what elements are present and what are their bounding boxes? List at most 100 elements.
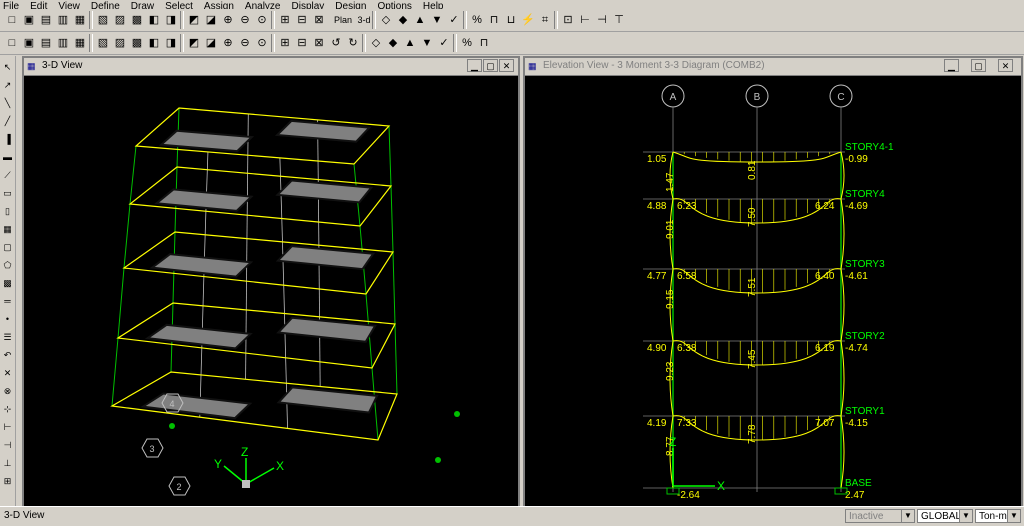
- minimize-button[interactable]: ▁: [467, 59, 482, 72]
- frame-draw-icon[interactable]: ◩: [186, 35, 202, 51]
- 3d-view-button[interactable]: 3-d: [356, 12, 372, 28]
- column-icon[interactable]: ◆: [385, 35, 401, 51]
- display-icon[interactable]: ⊙: [254, 35, 270, 51]
- slab-icon[interactable]: %: [459, 35, 475, 51]
- section-icon[interactable]: ⌗: [537, 12, 553, 28]
- wall-tool-icon[interactable]: ▯: [1, 204, 14, 218]
- perspective-icon[interactable]: ▲: [412, 12, 428, 28]
- joint-icon[interactable]: ◨: [163, 35, 179, 51]
- menu-view[interactable]: View: [55, 2, 88, 10]
- pointer-icon[interactable]: ◩: [186, 12, 202, 28]
- menu-draw[interactable]: Draw: [128, 2, 162, 10]
- frame-icon[interactable]: ⚡: [520, 12, 536, 28]
- line-tool-icon[interactable]: ╲: [1, 96, 14, 110]
- pointer-tool-icon[interactable]: ↖: [1, 60, 14, 74]
- point-tool-icon[interactable]: •: [1, 312, 14, 326]
- c-icon[interactable]: ↺: [328, 35, 344, 51]
- menu-define[interactable]: Define: [88, 2, 128, 10]
- shear-icon[interactable]: ⊢: [577, 12, 593, 28]
- up-arrow-icon[interactable]: ▼: [429, 12, 445, 28]
- elevation-view-window[interactable]: ▦ Elevation View - 3 Moment 3-3 Diagram …: [523, 56, 1023, 508]
- snap-grid-icon[interactable]: ⊞: [1, 474, 14, 488]
- menu-edit[interactable]: Edit: [27, 2, 55, 10]
- minimize-button[interactable]: ▁: [944, 59, 959, 72]
- rect-area-icon[interactable]: ▢: [1, 240, 14, 254]
- 3d-view-titlebar[interactable]: ▦ 3-D View ▁ ▢ ✕: [24, 58, 518, 76]
- pencil-icon[interactable]: ▩: [129, 12, 145, 28]
- check-icon[interactable]: ⊓: [486, 12, 502, 28]
- section-view-icon[interactable]: ▨: [112, 35, 128, 51]
- column-tool-icon[interactable]: ▐: [1, 132, 14, 146]
- run-icon[interactable]: ◨: [163, 12, 179, 28]
- polyline-tool-icon[interactable]: ╱: [1, 114, 14, 128]
- close-button[interactable]: ✕: [499, 59, 514, 72]
- move-icon[interactable]: ▣: [21, 35, 37, 51]
- menu-select[interactable]: Select: [162, 2, 201, 10]
- wall-icon[interactable]: ✓: [436, 35, 452, 51]
- design-check-icon[interactable]: ⊤: [611, 12, 627, 28]
- 3d-model-canvas[interactable]: 4 3 2 Z X Y: [24, 76, 518, 506]
- link-icon[interactable]: ⊖: [237, 35, 253, 51]
- line-area-icon[interactable]: ═: [1, 294, 14, 308]
- box-icon[interactable]: ⊟: [294, 35, 310, 51]
- grid-area-icon[interactable]: ▩: [1, 276, 14, 290]
- menu-file[interactable]: File: [0, 2, 27, 10]
- close-button[interactable]: ✕: [998, 59, 1013, 72]
- elevation-icon[interactable]: ◇: [378, 12, 394, 28]
- load-icon[interactable]: ◧: [146, 35, 162, 51]
- reshape-icon[interactable]: ▦: [72, 35, 88, 51]
- menu-analyze[interactable]: Analyze: [242, 2, 289, 10]
- redo-icon[interactable]: ▨: [112, 12, 128, 28]
- steel-icon[interactable]: ⊡: [560, 12, 576, 28]
- text-icon[interactable]: ▧: [95, 35, 111, 51]
- reshape-tool-icon[interactable]: ↗: [1, 78, 14, 92]
- inactive-dropdown[interactable]: Inactive ▼: [845, 509, 915, 523]
- show-icon[interactable]: ⊓: [476, 35, 492, 51]
- elevation-view-titlebar[interactable]: ▦ Elevation View - 3 Moment 3-3 Diagram …: [525, 58, 1021, 76]
- area-draw-icon[interactable]: ◪: [203, 35, 219, 51]
- plan-view-button[interactable]: Plan: [333, 12, 353, 28]
- open-icon[interactable]: ▣: [21, 12, 37, 28]
- poly-area-icon[interactable]: ⬠: [1, 258, 14, 272]
- snap-mid-icon[interactable]: ⊣: [1, 438, 14, 452]
- clear-select-icon[interactable]: ✕: [1, 366, 14, 380]
- down-arrow-icon[interactable]: ✓: [446, 12, 462, 28]
- print-setup-icon[interactable]: ▦: [72, 12, 88, 28]
- zoom-in-icon[interactable]: ⊖: [237, 12, 253, 28]
- restraint-icon[interactable]: ⊕: [220, 35, 236, 51]
- select-icon[interactable]: %: [469, 12, 485, 28]
- snap-end-icon[interactable]: ⊢: [1, 420, 14, 434]
- menu-design[interactable]: Design: [332, 2, 374, 10]
- new-icon[interactable]: □: [4, 12, 20, 28]
- brace-tool-icon[interactable]: ⟋: [1, 168, 14, 182]
- print-icon[interactable]: ▥: [55, 12, 71, 28]
- zoom-prev-icon[interactable]: ⊟: [294, 12, 310, 28]
- intersect-icon[interactable]: ⊗: [1, 384, 14, 398]
- snap-perp-icon[interactable]: ⊥: [1, 456, 14, 470]
- undo-icon[interactable]: ▧: [95, 12, 111, 28]
- save-icon[interactable]: ▤: [38, 12, 54, 28]
- menu-options[interactable]: Options: [374, 2, 419, 10]
- 3d-view-window[interactable]: ▦ 3-D View ▁ ▢ ✕ 4 3 2 Z X Y: [22, 56, 520, 508]
- solid-icon[interactable]: ◇: [368, 35, 384, 51]
- material-icon[interactable]: ▩: [129, 35, 145, 51]
- beam-tool-icon[interactable]: ▬: [1, 150, 14, 164]
- percent-icon[interactable]: ⊔: [503, 12, 519, 28]
- floor-tool-icon[interactable]: ▭: [1, 186, 14, 200]
- zoom-grid-icon[interactable]: ⊠: [311, 12, 327, 28]
- brace-icon[interactable]: ▼: [419, 35, 435, 51]
- maximize-button[interactable]: ▢: [483, 59, 498, 72]
- maximize-button[interactable]: ▢: [971, 59, 986, 72]
- prev-select-icon[interactable]: ↶: [1, 348, 14, 362]
- rotate-icon[interactable]: ◆: [395, 12, 411, 28]
- beam-icon[interactable]: ▲: [402, 35, 418, 51]
- refresh-icon[interactable]: ◪: [203, 12, 219, 28]
- zoom-window-icon[interactable]: ⊕: [220, 12, 236, 28]
- select-arrow-icon[interactable]: □: [4, 35, 20, 51]
- coord-system-dropdown[interactable]: GLOBAL ▼: [917, 509, 973, 523]
- grid-icon[interactable]: ▥: [55, 35, 71, 51]
- moment-diagram-canvas[interactable]: A B C STORY4-1 1.05 -0.99 0.81 1.47 STORY4 4.88 -4…: [525, 76, 1021, 506]
- menu-display[interactable]: Display: [289, 2, 333, 10]
- rotate-3d-icon[interactable]: ▤: [38, 35, 54, 51]
- pan-icon[interactable]: ⊞: [277, 12, 293, 28]
